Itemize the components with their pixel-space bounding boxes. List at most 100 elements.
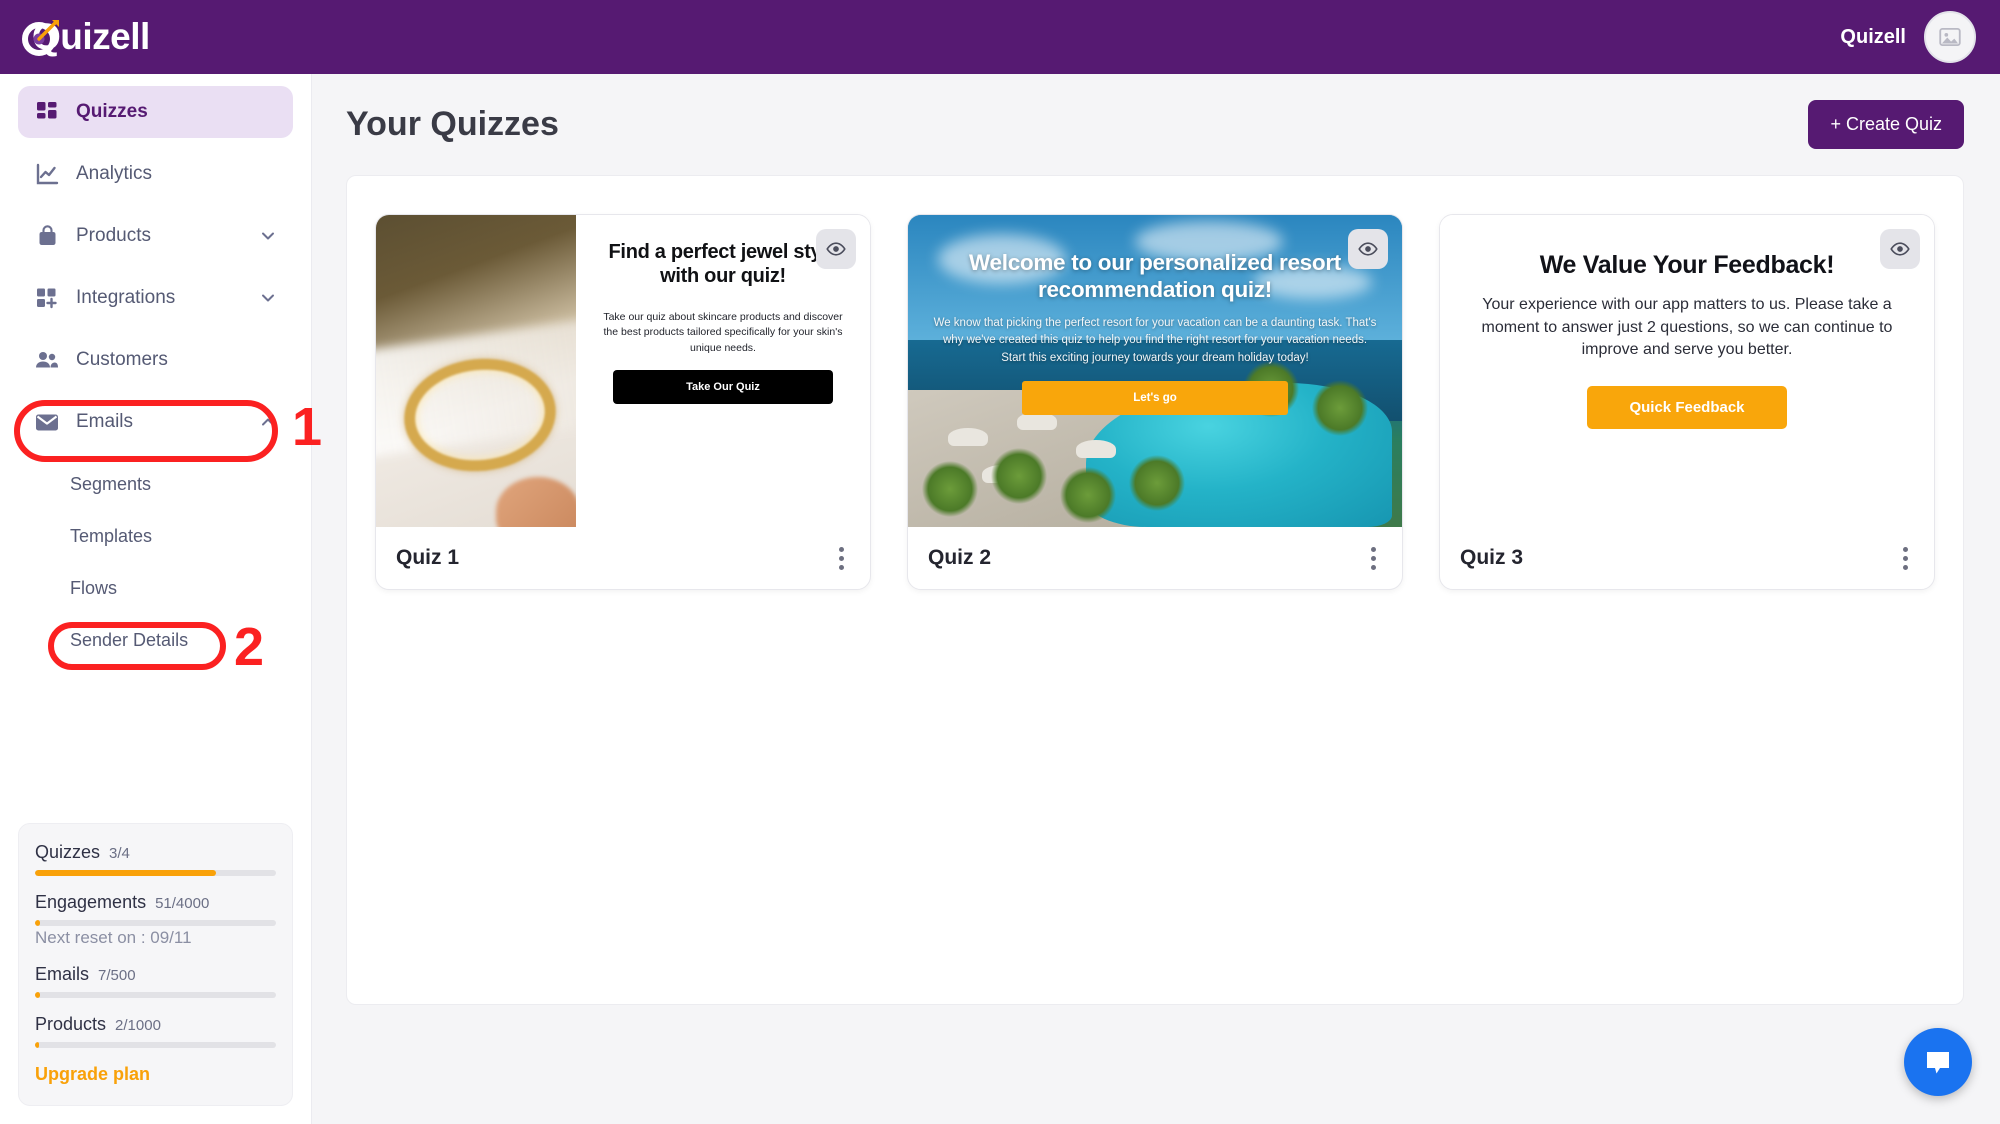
- avatar[interactable]: [1924, 11, 1976, 63]
- users-icon: [34, 347, 60, 373]
- quiz-preview-description: We know that picking the perfect resort …: [933, 317, 1377, 364]
- sidebar: Quizzes Analytics Products Integrations …: [0, 74, 312, 1124]
- grid-icon: [34, 99, 60, 125]
- image-placeholder-icon: [1939, 27, 1961, 47]
- quiz-preview-title: Find a perfect jewel style with our quiz…: [608, 241, 838, 287]
- sidebar-item-integrations[interactable]: Integrations: [18, 272, 293, 324]
- usage-progress-bar: [35, 920, 276, 926]
- email-subnav: Segments Templates Flows Sender Details: [0, 458, 311, 666]
- usage-row-emails: Emails 7/500: [35, 964, 276, 998]
- vertical-dots-icon[interactable]: [1365, 541, 1382, 576]
- sidebar-item-emails[interactable]: Emails: [18, 396, 293, 448]
- sidebar-item-label: Integrations: [76, 287, 176, 308]
- quiz1-preview-image: [376, 215, 576, 527]
- usage-row-quizzes: Quizzes 3/4: [35, 842, 276, 876]
- envelope-icon: [34, 409, 60, 435]
- usage-label: Engagements: [35, 892, 147, 912]
- sidebar-item-segments[interactable]: Segments: [18, 458, 293, 510]
- quiz-card[interactable]: Find a perfect jewel style with our quiz…: [375, 214, 871, 590]
- integrations-icon: [34, 285, 60, 311]
- usage-label: Emails: [35, 964, 90, 984]
- quiz1-preview-layout: Find a perfect jewel style with our quiz…: [376, 215, 870, 527]
- account-name: Quizell: [1840, 25, 1906, 48]
- preview-quiz-button[interactable]: [816, 229, 856, 269]
- quiz-preview-title: Welcome to our personalized resort recom…: [969, 250, 1341, 302]
- quiz-card-footer: Quiz 1: [376, 527, 870, 589]
- eye-icon: [826, 242, 846, 256]
- quiz-name: Quiz 1: [396, 546, 460, 569]
- chat-bubble-icon: [1927, 1052, 1949, 1074]
- quiz-name: Quiz 3: [1460, 546, 1524, 569]
- usage-row-products: Products 2/1000: [35, 1014, 276, 1048]
- usage-value: 2/1000: [115, 1017, 161, 1034]
- sidebar-nav: Quizzes Analytics Products Integrations …: [0, 86, 311, 458]
- sub-item-label: Segments: [70, 473, 152, 494]
- sidebar-item-customers[interactable]: Customers: [18, 334, 293, 386]
- main-content: Your Quizzes + Create Quiz Find a perfec…: [312, 74, 2000, 1124]
- usage-row-engagements: Engagements 51/4000: [35, 892, 276, 926]
- upgrade-plan-link[interactable]: Upgrade plan: [35, 1064, 276, 1085]
- quiz-preview-title: We Value Your Feedback!: [1539, 251, 1835, 279]
- sidebar-item-analytics[interactable]: Analytics: [18, 148, 293, 200]
- sidebar-item-label: Products: [76, 225, 151, 246]
- vertical-dots-icon[interactable]: [833, 541, 850, 576]
- sidebar-item-label: Quizzes: [76, 101, 148, 122]
- preview-quiz-button[interactable]: [1348, 229, 1388, 269]
- usage-value: 51/4000: [155, 895, 210, 912]
- brand-logo[interactable]: Quizell: [20, 14, 150, 60]
- quizzes-panel: Find a perfect jewel style with our quiz…: [346, 175, 1964, 1005]
- app-root: Quizell Quizell Quizzes Analytics Produc…: [0, 0, 2000, 1124]
- quiz-preview: We Value Your Feedback! Your experience …: [1440, 215, 1934, 527]
- chat-widget-button[interactable]: [1904, 1028, 1972, 1096]
- quiz2-preview-image: Welcome to our personalized resort recom…: [908, 215, 1402, 527]
- eye-icon: [1358, 242, 1378, 256]
- usage-panel: Quizzes 3/4 Engagements 51/4000 Next res…: [18, 823, 293, 1106]
- sidebar-item-sender-details[interactable]: Sender Details: [18, 614, 293, 666]
- preview-quiz-button[interactable]: [1880, 229, 1920, 269]
- sub-item-label: Templates: [70, 525, 153, 546]
- quiz-preview-description: Take our quiz about skincare products an…: [603, 311, 843, 354]
- sidebar-item-templates[interactable]: Templates: [18, 510, 293, 562]
- sidebar-item-flows[interactable]: Flows: [18, 562, 293, 614]
- sub-item-label: Sender Details: [70, 629, 189, 650]
- quiz-card-footer: Quiz 3: [1440, 527, 1934, 589]
- top-bar: Quizell Quizell: [0, 0, 2000, 74]
- quiz-card[interactable]: Welcome to our personalized resort recom…: [907, 214, 1403, 590]
- usage-label: Quizzes: [35, 842, 101, 862]
- bag-icon: [34, 223, 60, 249]
- sub-item-label: Flows: [70, 577, 118, 598]
- usage-progress-bar: [35, 992, 276, 998]
- sidebar-item-label: Emails: [76, 411, 134, 432]
- usage-reset-note: Next reset on : 09/11: [35, 928, 192, 947]
- quiz-name: Quiz 2: [928, 546, 992, 569]
- usage-progress-bar: [35, 1042, 276, 1048]
- quiz2-preview-text: Welcome to our personalized resort recom…: [908, 215, 1402, 527]
- sidebar-item-products[interactable]: Products: [18, 210, 293, 262]
- quiz-preview: Find a perfect jewel style with our quiz…: [376, 215, 870, 527]
- sidebar-item-label: Analytics: [76, 163, 153, 184]
- quiz-card[interactable]: We Value Your Feedback! Your experience …: [1439, 214, 1935, 590]
- main-header: Your Quizzes + Create Quiz: [346, 100, 1964, 149]
- quizell-target-icon: [20, 14, 66, 60]
- quiz-card-list: Find a perfect jewel style with our quiz…: [375, 214, 1935, 590]
- eye-icon: [1890, 242, 1910, 256]
- quiz-preview: Welcome to our personalized resort recom…: [908, 215, 1402, 527]
- chevron-up-icon: [259, 413, 277, 431]
- quiz-preview-cta[interactable]: Let's go: [1022, 380, 1288, 415]
- usage-value: 7/500: [98, 967, 136, 984]
- page-title: Your Quizzes: [346, 105, 559, 143]
- quiz-preview-cta[interactable]: Quick Feedback: [1587, 386, 1787, 430]
- usage-label: Products: [35, 1014, 107, 1034]
- body-row: Quizzes Analytics Products Integrations …: [0, 74, 2000, 1124]
- chevron-down-icon: [259, 289, 277, 307]
- quiz3-preview-text: We Value Your Feedback! Your experience …: [1440, 215, 1934, 527]
- quiz-preview-cta[interactable]: Take Our Quiz: [613, 369, 833, 404]
- usage-value: 3/4: [109, 845, 130, 862]
- vertical-dots-icon[interactable]: [1897, 541, 1914, 576]
- chart-line-icon: [34, 161, 60, 187]
- sidebar-item-label: Customers: [76, 349, 168, 370]
- sidebar-item-quizzes[interactable]: Quizzes: [18, 86, 293, 138]
- chevron-down-icon: [259, 227, 277, 245]
- create-quiz-button[interactable]: + Create Quiz: [1808, 100, 1964, 149]
- quiz-card-footer: Quiz 2: [908, 527, 1402, 589]
